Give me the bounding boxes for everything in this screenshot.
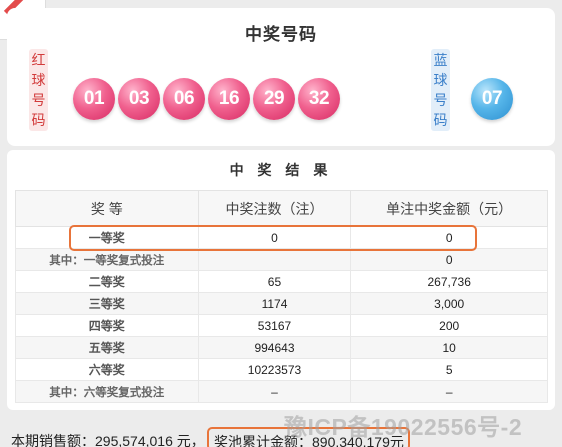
table-row: 六等奖 10223573 5 — [15, 358, 548, 381]
red-ball: 01 — [73, 78, 115, 120]
winner-count — [197, 248, 352, 271]
prize-amount: 3,000 — [350, 292, 548, 315]
column-header-level: 奖 等 — [15, 190, 199, 227]
sales-amount: 本期销售额：295,574,016 元， — [11, 433, 205, 447]
table-header-row: 奖 等 中奖注数（注） 单注中奖金额（元） — [15, 190, 548, 227]
red-ball: 29 — [253, 78, 295, 120]
red-ball-label: 红 球 号 码 — [29, 49, 48, 131]
blue-label-char: 码 — [433, 112, 448, 128]
prize-level: 四等奖 — [15, 314, 199, 337]
prize-amount: 200 — [350, 314, 548, 337]
table-row: 一等奖 0 0 — [15, 226, 548, 249]
blue-label-char: 蓝 — [433, 52, 448, 68]
winner-count: 994643 — [197, 336, 352, 359]
red-ball: 16 — [208, 78, 250, 120]
table-row: 四等奖 53167 200 — [15, 314, 548, 337]
winner-count: 10223573 — [197, 358, 352, 381]
page-title: 中奖号码 — [245, 25, 317, 44]
table-row: 五等奖 994643 10 — [15, 336, 548, 359]
red-label-char: 号 — [31, 92, 46, 108]
table-row: 三等奖 1174 3,000 — [15, 292, 548, 315]
blue-label-char: 号 — [433, 92, 448, 108]
icp-watermark: 豫ICP备19022556号-2 — [284, 414, 523, 440]
blue-ball-label: 蓝 球 号 码 — [431, 49, 450, 131]
column-header-amount: 单注中奖金额（元） — [350, 190, 548, 227]
red-ball: 06 — [163, 78, 205, 120]
prize-amount: 0 — [350, 248, 548, 271]
prize-level: 六等奖 — [15, 358, 199, 381]
table-row: 其中：一等奖复式投注 0 — [15, 248, 548, 271]
red-label-char: 球 — [31, 72, 46, 88]
prize-level: 二等奖 — [15, 270, 199, 293]
prize-level: 其中：六等奖复式投注 — [15, 380, 199, 403]
red-label-char: 红 — [31, 52, 46, 68]
winner-count: 1174 — [197, 292, 352, 315]
table-row: 二等奖 65 267,736 — [15, 270, 548, 293]
results-title: 中 奖 结 果 — [229, 162, 333, 178]
prize-level: 三等奖 — [15, 292, 199, 315]
red-ball: 32 — [298, 78, 340, 120]
prize-table: 奖 等 中奖注数（注） 单注中奖金额（元） 一等奖 0 0 其中：一等奖复式投注… — [15, 190, 548, 403]
prize-level: 其中：一等奖复式投注 — [15, 248, 199, 271]
prize-amount: 5 — [350, 358, 548, 381]
prize-amount: 0 — [350, 226, 548, 249]
column-header-count: 中奖注数（注） — [197, 190, 352, 227]
prize-level: 一等奖 — [15, 226, 199, 249]
winner-count: – — [197, 380, 352, 403]
table-row: 其中：六等奖复式投注 – – — [15, 380, 548, 403]
prize-amount: 267,736 — [350, 270, 548, 293]
prize-amount: 10 — [350, 336, 548, 359]
red-label-char: 码 — [31, 112, 46, 128]
red-balls: 01 03 06 16 29 32 — [73, 78, 340, 120]
winner-count: 65 — [197, 270, 352, 293]
blue-ball: 07 — [471, 78, 513, 120]
prize-level: 五等奖 — [15, 336, 199, 359]
winner-count: 53167 — [197, 314, 352, 337]
blue-label-char: 球 — [433, 72, 448, 88]
red-ball: 03 — [118, 78, 160, 120]
prize-amount: – — [350, 380, 548, 403]
winner-count: 0 — [197, 226, 352, 249]
